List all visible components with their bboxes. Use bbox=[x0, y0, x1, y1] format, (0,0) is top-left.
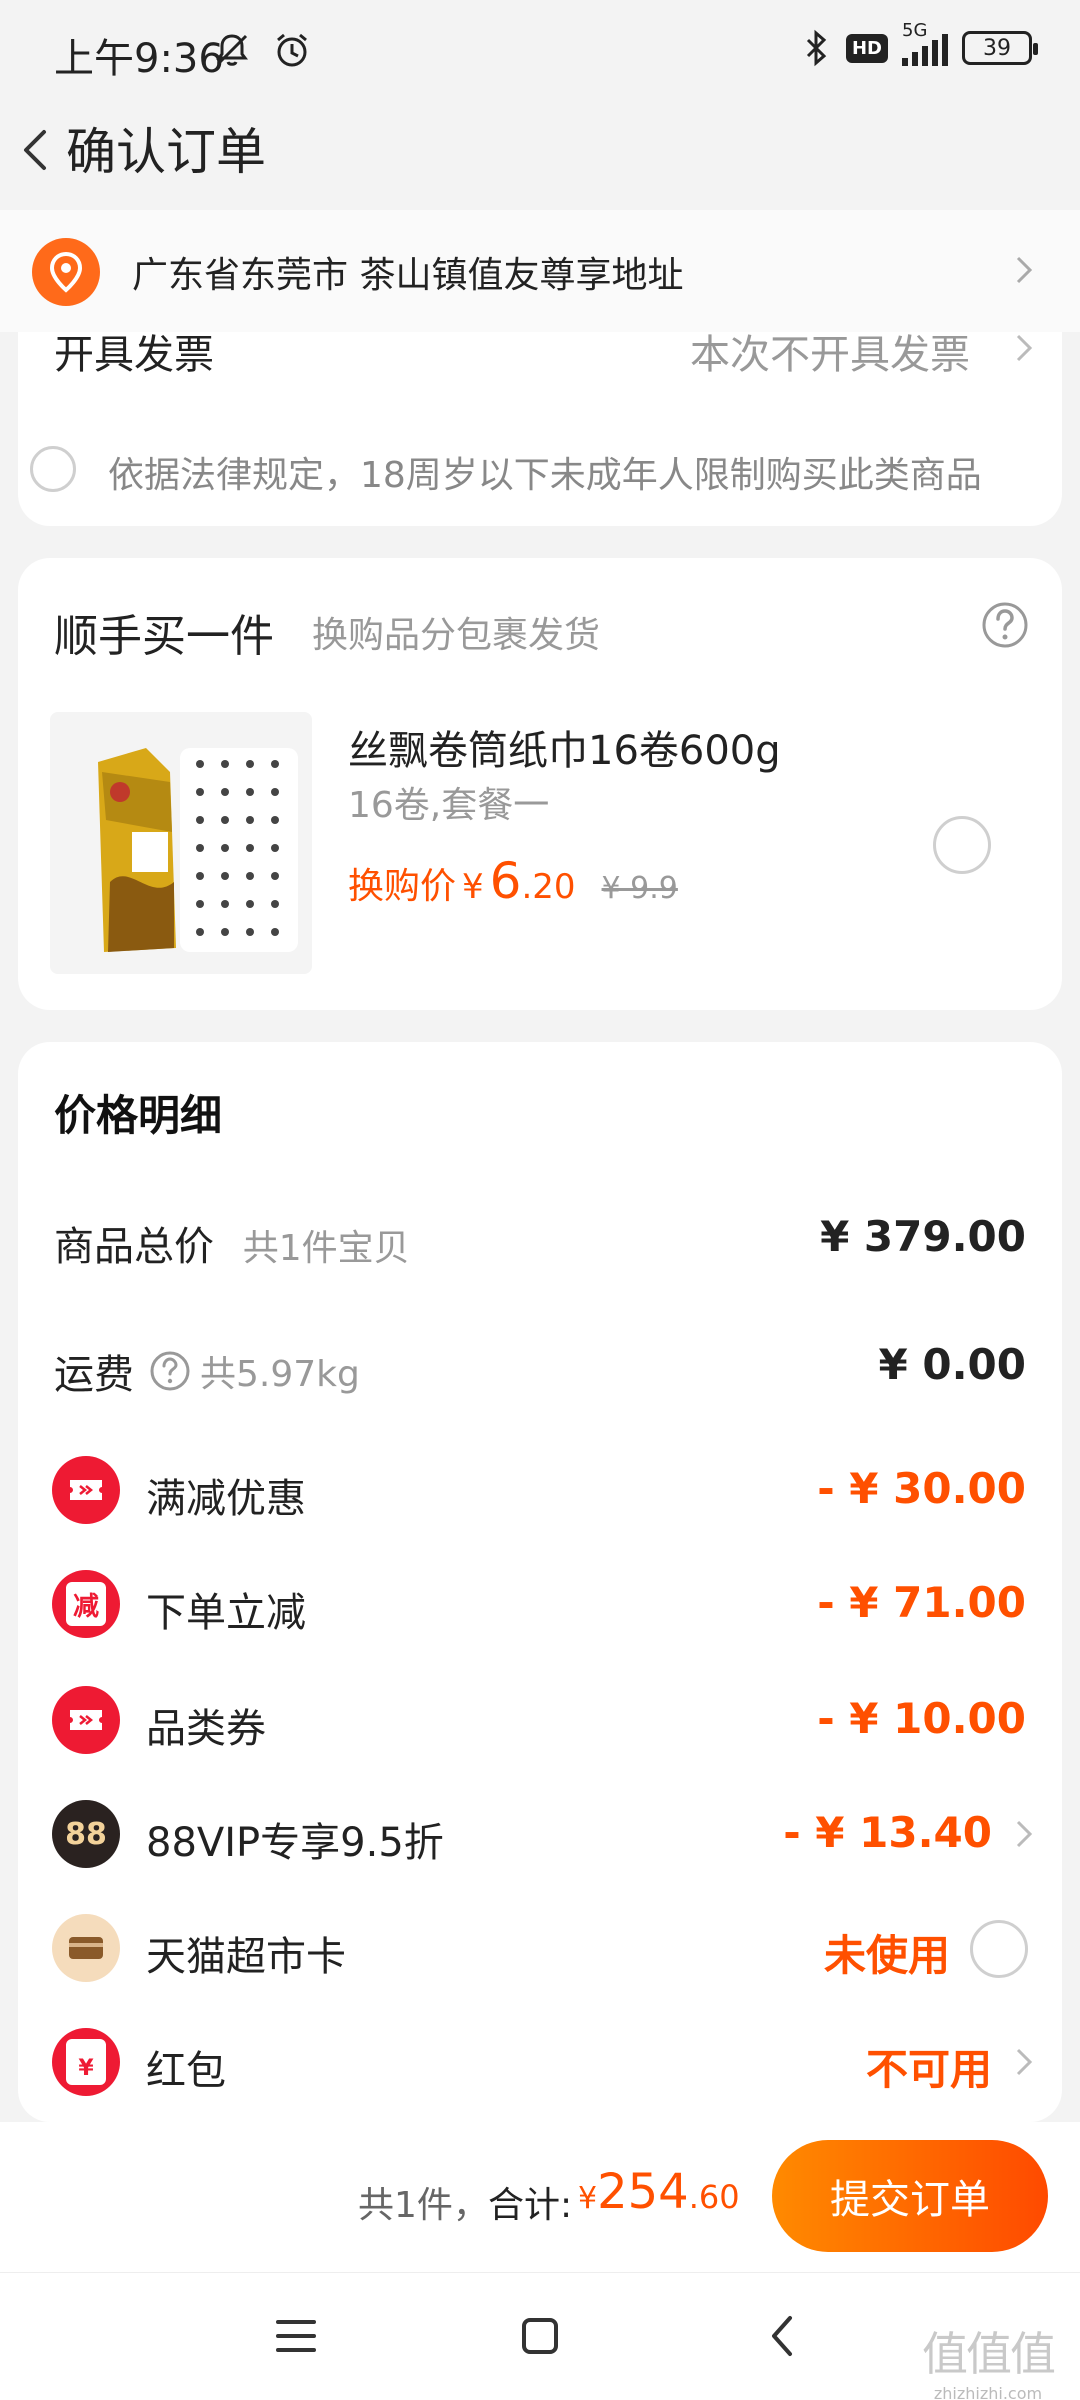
addon-select-radio[interactable] bbox=[933, 816, 991, 874]
battery-icon: 39 bbox=[962, 31, 1038, 65]
subtotal-value: ¥ 379.00 bbox=[820, 1212, 1026, 1261]
watermark-url: zhizhizhi.com bbox=[933, 2384, 1043, 2400]
discount-value[interactable]: 不可用 bbox=[866, 2036, 992, 2097]
discount-value[interactable]: - ¥ 13.40 bbox=[783, 1808, 992, 1857]
location-pin-icon bbox=[32, 238, 100, 306]
discount-value: 未使用 bbox=[823, 1931, 950, 1980]
total-decimal: .60 bbox=[688, 2178, 740, 2216]
help-icon[interactable] bbox=[148, 1349, 192, 1393]
price-detail-title: 价格明细 bbox=[54, 1091, 223, 1140]
ticket-icon bbox=[52, 1686, 120, 1754]
price-label: 换购价 bbox=[348, 866, 457, 907]
red-packet-icon-text: ¥ bbox=[66, 2039, 106, 2085]
total-label: 合计: bbox=[488, 2185, 573, 2226]
vip88-icon-text: 88 bbox=[65, 1816, 107, 1852]
original-price: ¥ 9.9 bbox=[601, 871, 678, 906]
discount-label: 下单立减 bbox=[146, 1590, 306, 1636]
discount-label: 天猫超市卡 bbox=[146, 1934, 346, 1980]
discount-label: 满减优惠 bbox=[146, 1476, 306, 1522]
total-currency: ¥ bbox=[578, 2181, 598, 2216]
product-spec: 16卷,套餐一 bbox=[348, 785, 550, 826]
bluetooth-icon bbox=[806, 29, 827, 67]
addon-title: 顺手买一件 bbox=[54, 611, 274, 662]
product-image[interactable] bbox=[50, 712, 312, 974]
watermark: 值值值 zhizhizhi.com bbox=[908, 2318, 1068, 2400]
shipping-label: 运费 bbox=[54, 1352, 134, 1398]
shipping-weight: 共5.97kg bbox=[200, 1354, 360, 1395]
back-icon[interactable] bbox=[754, 2306, 814, 2366]
subtotal-row: 商品总价 共1件宝贝 bbox=[54, 1214, 410, 1272]
product-name[interactable]: 丝飘卷筒纸巾16卷600g bbox=[348, 718, 781, 776]
status-time: 上午9:36 bbox=[54, 36, 224, 82]
discount-label: 88VIP专享9.5折 bbox=[146, 1820, 444, 1866]
shipping-row: 运费 共5.97kg bbox=[54, 1342, 360, 1400]
page-title: 确认订单 bbox=[66, 123, 266, 181]
signal-indicator: 5G bbox=[902, 20, 948, 66]
chevron-right-icon[interactable] bbox=[1012, 1816, 1036, 1852]
tmall-card-radio[interactable] bbox=[970, 1920, 1028, 1978]
submit-order-button[interactable]: 提交订单 bbox=[772, 2140, 1048, 2252]
card-icon bbox=[52, 1914, 120, 1982]
menu-icon[interactable] bbox=[266, 2306, 326, 2366]
price-decimal: .20 bbox=[521, 867, 576, 907]
vip88-icon: 88 bbox=[52, 1800, 120, 1868]
addon-subtitle: 换购品分包裹发货 bbox=[312, 615, 601, 656]
legal-notice: 依据法律规定，18周岁以下未成年人限制购买此类商品 bbox=[108, 455, 982, 496]
status-right: HD 5G 39 bbox=[802, 20, 1038, 68]
legal-agree-radio[interactable] bbox=[30, 446, 76, 492]
price-currency: ¥ bbox=[462, 867, 484, 907]
discount-value: - ¥ 71.00 bbox=[817, 1578, 1026, 1627]
product-price: 换购价 ¥ 6 .20 ¥ 9.9 bbox=[348, 852, 678, 910]
discount-label: 红包 bbox=[146, 2048, 226, 2094]
mute-notification-icon bbox=[216, 34, 248, 66]
subtotal-label: 商品总价 bbox=[54, 1224, 214, 1270]
ticket-icon bbox=[52, 1456, 120, 1524]
subtotal-count: 共1件宝贝 bbox=[242, 1228, 410, 1269]
address-text[interactable]: 广东省东莞市 茶山镇值友尊享地址 bbox=[132, 246, 683, 298]
discount-value: - ¥ 30.00 bbox=[817, 1464, 1026, 1513]
home-icon[interactable] bbox=[510, 2306, 570, 2366]
alarm-icon bbox=[277, 33, 307, 67]
watermark-logo: 值值值 bbox=[922, 2327, 1056, 2381]
discount-label: 品类券 bbox=[146, 1706, 266, 1752]
item-count: 共1件， bbox=[358, 2185, 489, 2226]
price-integer: 6 bbox=[489, 852, 522, 910]
reduce-icon-text: 减 bbox=[66, 1582, 106, 1626]
shipping-value: ¥ 0.00 bbox=[878, 1340, 1026, 1389]
back-arrow-icon[interactable] bbox=[10, 120, 70, 180]
reduce-icon: 减 bbox=[52, 1570, 120, 1638]
chevron-right-icon[interactable] bbox=[1012, 330, 1036, 366]
network-type: 5G bbox=[902, 20, 928, 41]
tissue-package-image bbox=[50, 712, 312, 974]
total-integer: 254 bbox=[597, 2164, 689, 2220]
battery-level: 39 bbox=[983, 35, 1011, 61]
total-amount: ¥ 254 .60 bbox=[578, 2164, 740, 2220]
discount-value: - ¥ 10.00 bbox=[817, 1694, 1026, 1743]
help-icon[interactable] bbox=[980, 600, 1030, 650]
hd-badge: HD bbox=[845, 33, 888, 63]
chevron-right-icon[interactable] bbox=[1010, 250, 1040, 290]
red-packet-icon: ¥ bbox=[52, 2028, 120, 2096]
chevron-right-icon[interactable] bbox=[1012, 2044, 1036, 2080]
